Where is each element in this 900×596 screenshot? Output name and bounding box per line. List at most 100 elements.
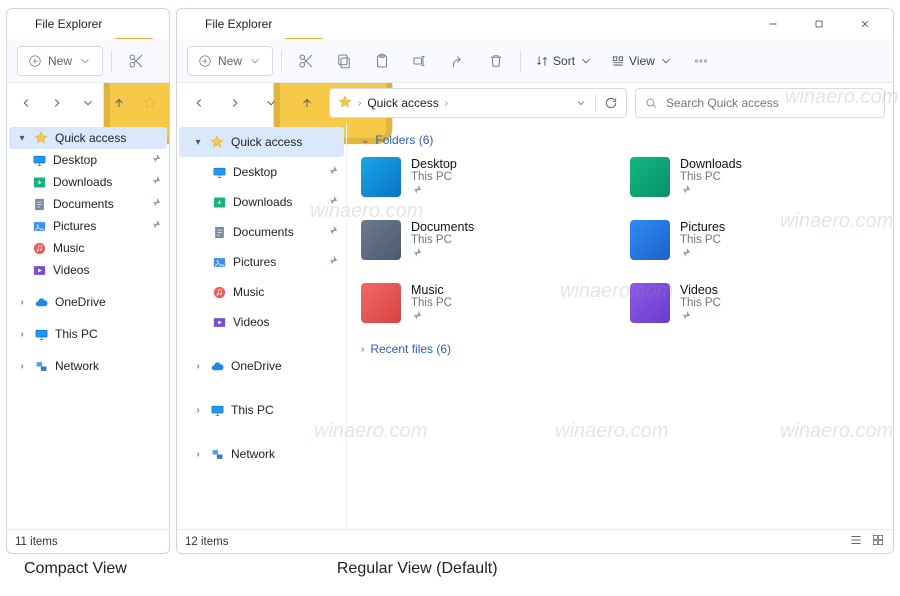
- nav-bar: [7, 83, 169, 123]
- desktop-icon: [211, 164, 227, 180]
- view-icon: [611, 54, 625, 68]
- tree-network[interactable]: ›Network: [179, 439, 344, 469]
- command-bar: New: [7, 39, 169, 83]
- pin-icon: [327, 255, 338, 269]
- nav-forward[interactable]: [46, 89, 69, 117]
- rename-button[interactable]: [404, 46, 436, 76]
- tree-item-desktop[interactable]: Desktop: [9, 149, 167, 171]
- star-icon: [209, 134, 225, 150]
- tree-quick-access[interactable]: ▾ Quick access: [179, 127, 344, 157]
- view-button[interactable]: View: [605, 46, 679, 76]
- more-button[interactable]: [685, 46, 717, 76]
- folder-name: Videos: [680, 283, 721, 297]
- tree-quick-access[interactable]: ▾ Quick access: [9, 127, 167, 149]
- chevron-right-icon: ›: [17, 361, 27, 372]
- tree-item-videos[interactable]: Videos: [179, 307, 344, 337]
- tree-item-pictures[interactable]: Pictures: [179, 247, 344, 277]
- nav-forward[interactable]: [221, 89, 249, 117]
- tree-item-music[interactable]: Music: [179, 277, 344, 307]
- paste-button[interactable]: [366, 46, 398, 76]
- titlebar[interactable]: File Explorer: [7, 9, 169, 39]
- tiles-view-button[interactable]: [871, 533, 885, 550]
- pin-icon: [680, 310, 721, 324]
- label: Quick access: [55, 131, 126, 145]
- details-view-button[interactable]: [849, 533, 863, 550]
- breadcrumb[interactable]: Quick access›: [367, 96, 448, 110]
- tree-this-pc[interactable]: ›This PC: [179, 395, 344, 425]
- folder-tile[interactable]: Music This PC: [361, 283, 620, 324]
- copy-button[interactable]: [328, 46, 360, 76]
- nav-up[interactable]: [293, 89, 321, 117]
- folder-location: This PC: [680, 171, 742, 183]
- caption-compact: Compact View: [24, 560, 127, 578]
- status-bar: 11 items: [7, 529, 169, 553]
- tree-item-desktop[interactable]: Desktop: [179, 157, 344, 187]
- nav-bar: › Quick access›: [177, 83, 893, 123]
- tree-network[interactable]: ›Network: [9, 355, 167, 377]
- star-icon: [33, 130, 49, 146]
- close-button[interactable]: [843, 10, 887, 38]
- refresh-button[interactable]: [604, 96, 618, 110]
- tree-item-downloads[interactable]: Downloads: [9, 171, 167, 193]
- tree-this-pc[interactable]: ›This PC: [9, 323, 167, 345]
- chevron-down-icon: [659, 54, 673, 68]
- chevron-down-icon: ⌄: [361, 135, 369, 146]
- app-icon: [183, 16, 199, 32]
- tree-item-music[interactable]: Music: [9, 237, 167, 259]
- folder-icon: [630, 220, 670, 260]
- folder-tile[interactable]: Desktop This PC: [361, 157, 620, 198]
- pin-icon: [411, 310, 452, 324]
- new-button[interactable]: New: [187, 46, 273, 76]
- window-regular: File Explorer New Sort View: [176, 8, 894, 554]
- label: Quick access: [231, 135, 302, 149]
- caption-regular: Regular View (Default): [337, 560, 498, 578]
- cut-button[interactable]: [290, 46, 322, 76]
- nav-recent[interactable]: [77, 89, 100, 117]
- monitor-icon: [209, 402, 225, 418]
- chevron-down-icon: [248, 54, 262, 68]
- chevron-right-icon: ›: [358, 98, 361, 109]
- tree-item-documents[interactable]: Documents: [179, 217, 344, 247]
- delete-button[interactable]: [480, 46, 512, 76]
- tree-onedrive[interactable]: ›OneDrive: [179, 351, 344, 381]
- folder-name: Pictures: [680, 220, 725, 234]
- nav-recent[interactable]: [257, 89, 285, 117]
- nav-up[interactable]: [107, 89, 130, 117]
- address-bar[interactable]: › Quick access›: [329, 88, 627, 118]
- cut-button[interactable]: [120, 46, 152, 76]
- folder-name: Music: [411, 283, 452, 297]
- tree-item-videos[interactable]: Videos: [9, 259, 167, 281]
- minimize-button[interactable]: [751, 10, 795, 38]
- chevron-right-icon: ›: [17, 297, 27, 308]
- nav-back[interactable]: [15, 89, 38, 117]
- documents-icon: [31, 196, 47, 212]
- folder-tile[interactable]: Videos This PC: [630, 283, 889, 324]
- network-icon: [33, 358, 49, 374]
- group-recent-header[interactable]: ›Recent files (6): [361, 342, 889, 356]
- folder-tile[interactable]: Downloads This PC: [630, 157, 889, 198]
- chevron-down-icon[interactable]: [575, 97, 587, 109]
- search-box[interactable]: [635, 88, 885, 118]
- titlebar[interactable]: File Explorer: [177, 9, 893, 39]
- group-folders-header[interactable]: ⌄Folders (6): [361, 133, 889, 147]
- tree-item-documents[interactable]: Documents: [9, 193, 167, 215]
- sort-button[interactable]: Sort: [529, 46, 599, 76]
- share-button[interactable]: [442, 46, 474, 76]
- folder-location: This PC: [680, 234, 725, 246]
- music-icon: [31, 240, 47, 256]
- tree-onedrive[interactable]: ›OneDrive: [9, 291, 167, 313]
- maximize-button[interactable]: [797, 10, 841, 38]
- nav-tree: ▾ Quick access Desktop Downloads Documen…: [7, 123, 169, 529]
- pin-icon: [680, 247, 725, 261]
- folder-tile[interactable]: Documents This PC: [361, 220, 620, 261]
- new-button[interactable]: New: [17, 46, 103, 76]
- nav-back[interactable]: [185, 89, 213, 117]
- item-count: 11 items: [15, 536, 58, 548]
- status-bar: 12 items: [177, 529, 893, 553]
- folder-tile[interactable]: Pictures This PC: [630, 220, 889, 261]
- tree-item-pictures[interactable]: Pictures: [9, 215, 167, 237]
- search-input[interactable]: [666, 96, 876, 110]
- new-label: New: [218, 54, 242, 68]
- tree-item-downloads[interactable]: Downloads: [179, 187, 344, 217]
- window-title: File Explorer: [35, 17, 163, 31]
